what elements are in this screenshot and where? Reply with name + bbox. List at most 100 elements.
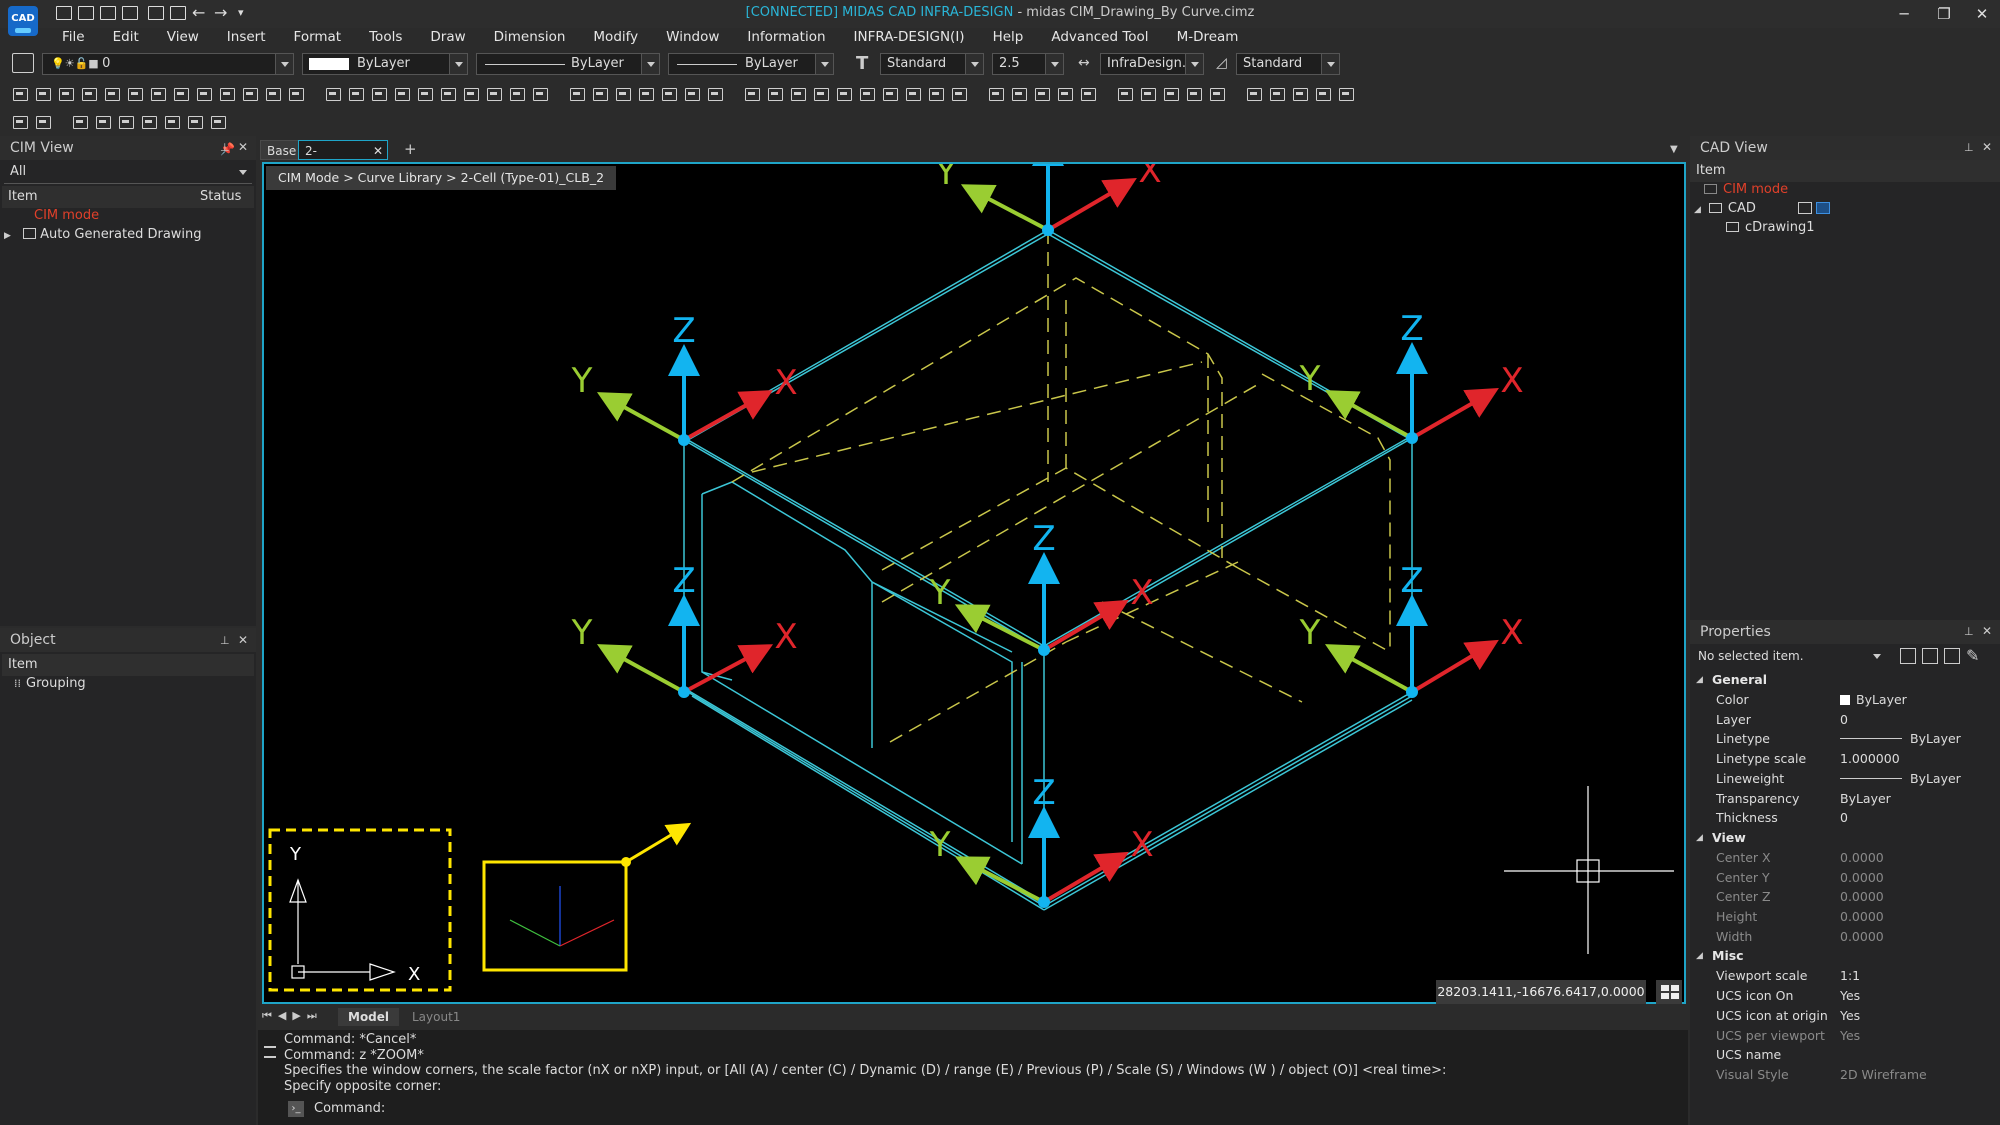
- property-section-view[interactable]: ◢ View: [1690, 828, 2000, 848]
- toolbar-tool-icon[interactable]: [392, 85, 412, 103]
- toolbar-tool-icon[interactable]: [567, 85, 587, 103]
- print-preview-icon[interactable]: [170, 6, 186, 20]
- toolbar-tool-icon[interactable]: [1207, 85, 1227, 103]
- select-objects-icon[interactable]: [1922, 648, 1938, 664]
- table-style-combo[interactable]: Standard: [1236, 53, 1340, 75]
- toolbar-tool-icon[interactable]: [171, 85, 191, 103]
- toolbar-tool-icon[interactable]: [949, 85, 969, 103]
- toolbar-tool-icon[interactable]: [1290, 85, 1310, 103]
- menu-m-dream[interactable]: M-Dream: [1163, 28, 1253, 48]
- toolbar-tool-icon[interactable]: [102, 85, 122, 103]
- toolbar-tool-icon[interactable]: [530, 85, 550, 103]
- properties-pin-icon[interactable]: ⊥: [1964, 625, 1974, 638]
- cim-filter-combo[interactable]: All: [4, 162, 252, 184]
- toolbar-tool-icon[interactable]: [10, 85, 30, 103]
- menu-format[interactable]: Format: [280, 28, 356, 48]
- add-tab-button[interactable]: +: [404, 140, 417, 158]
- cim-view-close-icon[interactable]: ✕: [238, 140, 248, 154]
- cim-view-pin-icon[interactable]: ⊥: [220, 141, 230, 154]
- toolbar-tool-icon[interactable]: [1161, 85, 1181, 103]
- menu-file[interactable]: File: [48, 28, 99, 48]
- toolbar-tool-icon[interactable]: [1313, 85, 1333, 103]
- restore-button[interactable]: ❐: [1924, 3, 1964, 25]
- property-row[interactable]: UCS icon at origin Yes: [1690, 1006, 2000, 1026]
- save-as-icon[interactable]: [122, 6, 138, 20]
- tree-item-cad[interactable]: ◢ CAD: [1694, 199, 1831, 218]
- toolbar-tool-icon[interactable]: [93, 113, 113, 131]
- layout-nav-icons[interactable]: ⏮◀▶⏭: [262, 1009, 323, 1023]
- toolbar-tool-icon[interactable]: [116, 113, 136, 131]
- property-row[interactable]: Transparency ByLayer: [1690, 789, 2000, 809]
- property-row[interactable]: Linetype scale 1.000000: [1690, 749, 2000, 769]
- toolbar-tool-icon[interactable]: [10, 113, 30, 131]
- toolbar-tool-icon[interactable]: [1184, 85, 1204, 103]
- cad-view-pin-icon[interactable]: ⊥: [1964, 141, 1974, 154]
- print-icon[interactable]: [148, 6, 164, 20]
- tab-model[interactable]: Model: [338, 1008, 400, 1026]
- toolbar-tool-icon[interactable]: [926, 85, 946, 103]
- toolbar-tool-icon[interactable]: [240, 85, 260, 103]
- toolbar-tool-icon[interactable]: [834, 85, 854, 103]
- property-row[interactable]: UCS per viewport Yes: [1690, 1026, 2000, 1046]
- toolbar-tool-icon[interactable]: [438, 85, 458, 103]
- toolbar-tool-icon[interactable]: [903, 85, 923, 103]
- toolbar-tool-icon[interactable]: [613, 85, 633, 103]
- toolbar-tool-icon[interactable]: [1336, 85, 1356, 103]
- property-section-misc[interactable]: ◢ Misc: [1690, 946, 2000, 966]
- command-menu-icon[interactable]: [264, 1046, 276, 1058]
- layer-combo[interactable]: 💡☀🔓■ 0: [42, 53, 294, 75]
- toolbar-tool-icon[interactable]: [346, 85, 366, 103]
- new-file-icon[interactable]: [56, 6, 72, 20]
- open-folder-icon[interactable]: [78, 6, 94, 20]
- toolbar-tool-icon[interactable]: [415, 85, 435, 103]
- toolbar-tool-icon[interactable]: [194, 85, 214, 103]
- menu-modify[interactable]: Modify: [579, 28, 652, 48]
- menu-draw[interactable]: Draw: [416, 28, 479, 48]
- toolbar-tool-icon[interactable]: [56, 85, 76, 103]
- property-row[interactable]: Visual Style 2D Wireframe: [1690, 1065, 2000, 1085]
- text-style-combo[interactable]: Standard: [880, 53, 984, 75]
- toolbar-tool-icon[interactable]: [1115, 85, 1135, 103]
- property-row[interactable]: UCS name: [1690, 1045, 2000, 1065]
- toolbar-tool-icon[interactable]: [461, 85, 481, 103]
- menu-infra-design-i[interactable]: INFRA-DESIGN(I): [840, 28, 979, 48]
- toolbar-tool-icon[interactable]: [682, 85, 702, 103]
- properties-close-icon[interactable]: ✕: [1982, 624, 1992, 638]
- tab-layout1[interactable]: Layout1: [404, 1008, 468, 1026]
- close-window-button[interactable]: ✕: [1962, 3, 2000, 25]
- toolbar-tool-icon[interactable]: [70, 113, 90, 131]
- property-row[interactable]: Center X 0.0000: [1690, 848, 2000, 868]
- toolbar-tool-icon[interactable]: [148, 85, 168, 103]
- tree-item-cim-mode[interactable]: CIM mode: [34, 206, 99, 225]
- tab-list-icon[interactable]: ▼: [1670, 144, 1678, 155]
- collapse-arrow-icon[interactable]: ◢: [1696, 670, 1703, 690]
- property-row[interactable]: Lineweight ByLayer: [1690, 769, 2000, 789]
- toolbar-tool-icon[interactable]: [1138, 85, 1158, 103]
- toolbar-tool-icon[interactable]: [765, 85, 785, 103]
- toolbar-tool-icon[interactable]: [705, 85, 725, 103]
- toolbar-tool-icon[interactable]: [1267, 85, 1287, 103]
- tree-item-cdrawing1[interactable]: cDrawing1: [1726, 218, 1814, 237]
- color-combo[interactable]: ByLayer: [302, 53, 468, 75]
- model-space-icon[interactable]: [1798, 202, 1813, 214]
- object-close-icon[interactable]: ✕: [238, 633, 248, 647]
- menu-view[interactable]: View: [153, 28, 213, 48]
- save-icon[interactable]: [100, 6, 116, 20]
- menu-help[interactable]: Help: [979, 28, 1038, 48]
- expand-arrow-icon[interactable]: ▶: [4, 231, 11, 241]
- linetype-combo[interactable]: ByLayer: [476, 53, 660, 75]
- toolbar-tool-icon[interactable]: [788, 85, 808, 103]
- selection-combo[interactable]: No selected item.: [1692, 646, 1886, 668]
- toolbar-tool-icon[interactable]: [162, 113, 182, 131]
- menu-tools[interactable]: Tools: [355, 28, 416, 48]
- toolbar-tool-icon[interactable]: [125, 85, 145, 103]
- property-section-general[interactable]: ◢ General: [1690, 670, 2000, 690]
- menu-information[interactable]: Information: [733, 28, 839, 48]
- toolbar-tool-icon[interactable]: [484, 85, 504, 103]
- dim-style-combo[interactable]: InfraDesign...: [1100, 53, 1204, 75]
- menu-window[interactable]: Window: [652, 28, 733, 48]
- collapse-arrow-icon[interactable]: ◢: [1696, 946, 1703, 966]
- lineweight-combo[interactable]: ByLayer: [668, 53, 834, 75]
- drawing-viewport[interactable]: ZXYZXYZXYZXYZXYZXYZXY Y X: [262, 162, 1686, 1004]
- toolbar-tool-icon[interactable]: [811, 85, 831, 103]
